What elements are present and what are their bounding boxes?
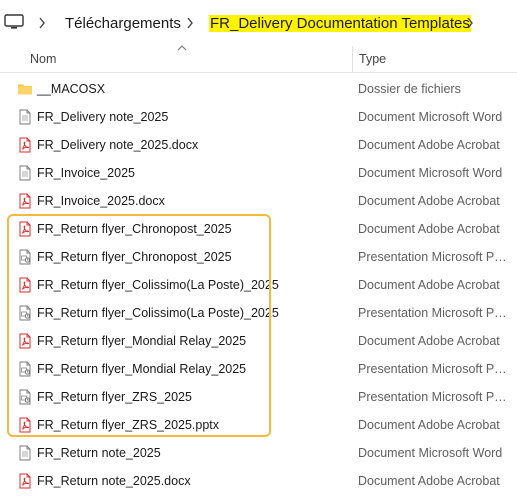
folder-icon xyxy=(17,81,33,97)
chevron-right-icon[interactable] xyxy=(186,17,194,29)
file-type: Document Microsoft Word xyxy=(358,110,503,124)
file-name: FR_Return note_2025 xyxy=(37,446,161,460)
file-type: Presentation Microsoft Po... xyxy=(358,306,508,320)
column-name-header[interactable]: Nom xyxy=(30,52,56,66)
file-row[interactable]: FR_Invoice_2025 Document Microsoft Word xyxy=(0,159,517,187)
breadcrumb-item-downloads[interactable]: Téléchargements xyxy=(65,15,181,32)
file-type: Document Microsoft Word xyxy=(358,446,503,460)
column-type-header[interactable]: Type xyxy=(359,52,386,66)
word-doc-icon xyxy=(17,109,33,125)
file-type: Document Adobe Acrobat xyxy=(358,194,500,208)
file-name: __MACOSX xyxy=(37,82,106,96)
column-separator[interactable] xyxy=(352,46,353,72)
file-name: FR_Delivery note_2025 xyxy=(37,110,169,124)
computer-icon[interactable] xyxy=(4,14,24,30)
column-header: Nom Type xyxy=(0,45,517,73)
sort-up-icon xyxy=(177,45,187,51)
file-name: FR_Invoice_2025 xyxy=(37,166,135,180)
breadcrumb-item-current-folder[interactable]: FR_Delivery Documentation Templates xyxy=(209,15,471,32)
file-type: Document Adobe Acrobat xyxy=(358,222,500,236)
file-type: Presentation Microsoft Po... xyxy=(358,390,508,404)
file-type: Document Adobe Acrobat xyxy=(358,474,500,488)
pdf-icon xyxy=(17,193,33,209)
file-type: Presentation Microsoft Po... xyxy=(358,250,508,264)
file-row[interactable]: FR_Delivery note_2025 Document Microsoft … xyxy=(0,103,517,131)
file-type: Dossier de fichiers xyxy=(358,82,461,96)
file-row[interactable]: FR_Invoice_2025.docx Document Adobe Acrob… xyxy=(0,187,517,215)
pdf-icon xyxy=(17,137,33,153)
file-type: Document Adobe Acrobat xyxy=(358,138,500,152)
file-name: FR_Invoice_2025.docx xyxy=(37,194,165,208)
file-row[interactable]: FR_Return note_2025.docx Document Adobe A… xyxy=(0,467,517,495)
breadcrumb: Téléchargements FR_Delivery Documentatio… xyxy=(0,0,517,46)
highlight-box xyxy=(7,214,271,437)
file-type: Document Adobe Acrobat xyxy=(358,334,500,348)
file-type: Presentation Microsoft Po... xyxy=(358,362,508,376)
file-type: Document Adobe Acrobat xyxy=(358,278,500,292)
chevron-right-icon[interactable] xyxy=(38,17,46,29)
word-doc-icon xyxy=(17,165,33,181)
breadcrumb-current-label: FR_Delivery Documentation Templates xyxy=(209,15,471,32)
chevron-right-icon[interactable] xyxy=(466,17,474,29)
file-type: Document Adobe Acrobat xyxy=(358,418,500,432)
file-row[interactable]: FR_Return note_2025 Document Microsoft Wo… xyxy=(0,439,517,467)
file-row[interactable]: FR_Delivery note_2025.docx Document Adobe… xyxy=(0,131,517,159)
file-name: FR_Return note_2025.docx xyxy=(37,474,191,488)
file-row[interactable]: __MACOSX Dossier de fichiers xyxy=(0,75,517,103)
file-name: FR_Delivery note_2025.docx xyxy=(37,138,199,152)
file-type: Document Microsoft Word xyxy=(358,166,503,180)
pdf-icon xyxy=(17,473,33,489)
word-doc-icon xyxy=(17,445,33,461)
